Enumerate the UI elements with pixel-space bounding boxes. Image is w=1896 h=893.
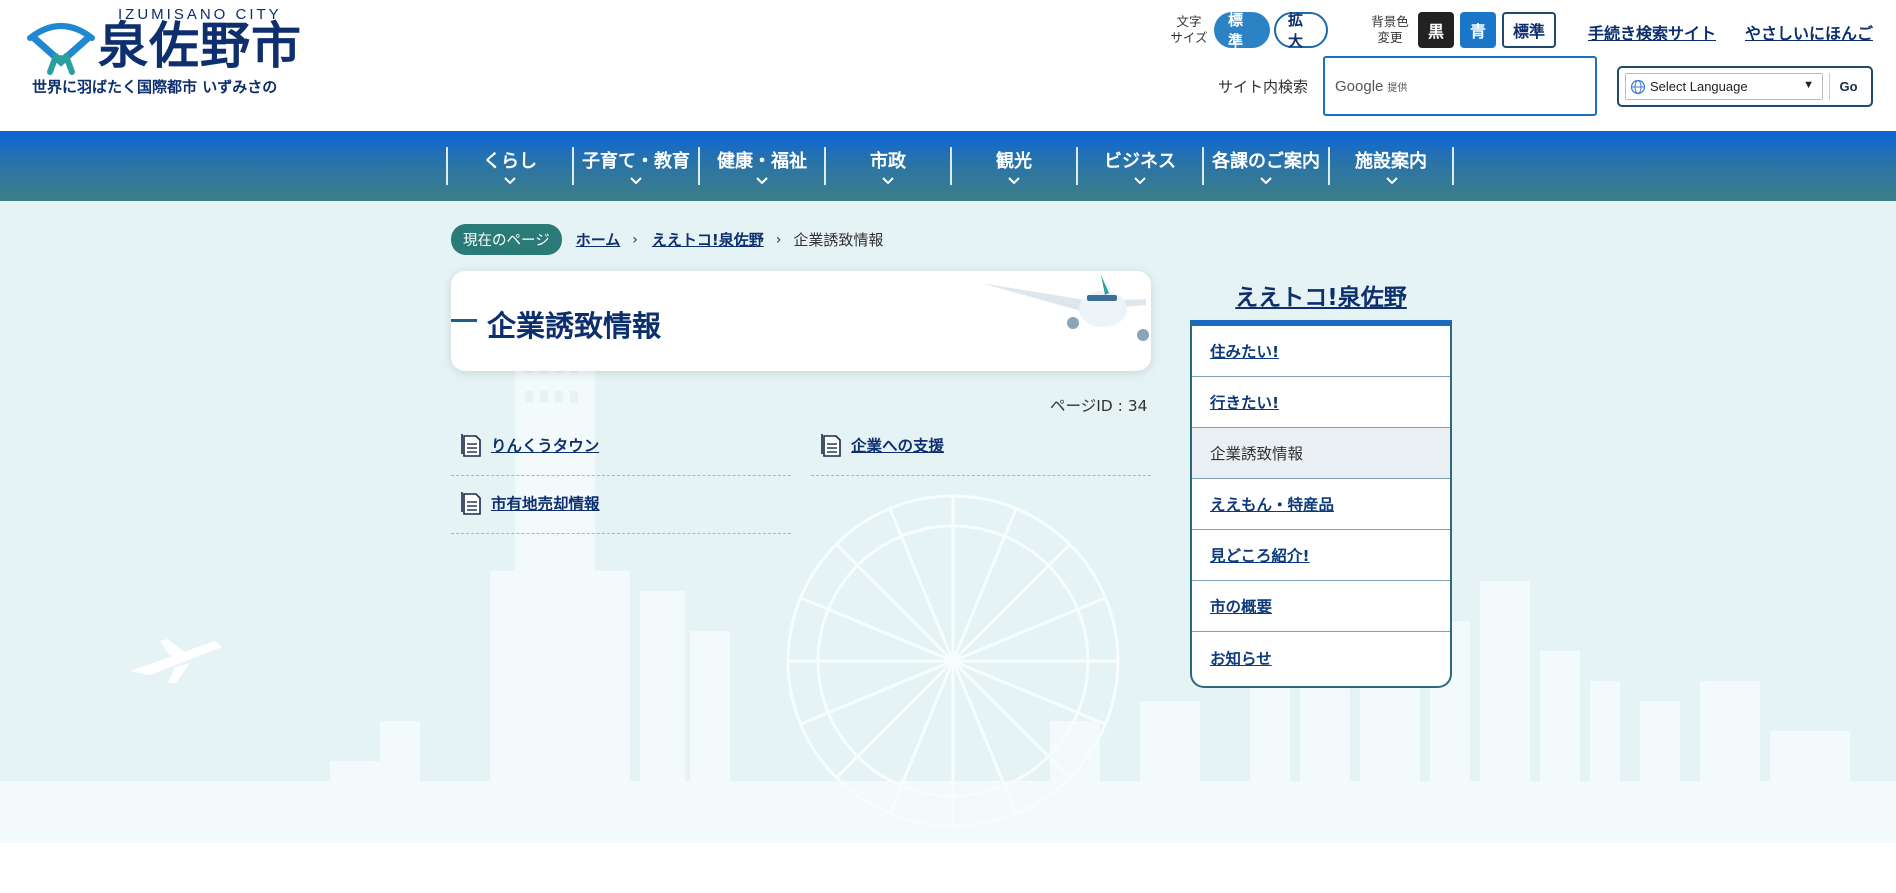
chevron-down-icon bbox=[504, 177, 516, 185]
nav-item-label: くらし bbox=[483, 151, 537, 172]
language-selected-value: Select Language bbox=[1650, 79, 1748, 94]
side-menu-item-link[interactable]: 見どころ紹介! bbox=[1210, 544, 1310, 566]
site-header: IZUMISANO CITY 泉佐野市 世界に羽ばたく国際都市 いずみさの 文字… bbox=[0, 0, 1896, 131]
background-blue-button[interactable]: 青 bbox=[1460, 12, 1496, 48]
nav-item[interactable]: 子育て・教育 bbox=[572, 147, 698, 185]
page-id: ページID : 34 bbox=[1050, 397, 1148, 415]
side-menu-item-link[interactable]: 住みたい! bbox=[1210, 340, 1279, 362]
list-item: りんくうタウン bbox=[451, 418, 791, 476]
chevron-down-icon bbox=[630, 177, 642, 185]
breadcrumb-separator: › bbox=[632, 231, 638, 248]
nav-item[interactable]: 観光 bbox=[950, 147, 1076, 185]
side-menu-item-link[interactable]: 行きたい! bbox=[1210, 391, 1279, 413]
google-branding: Google 提供 bbox=[1335, 78, 1407, 95]
chevron-down-icon bbox=[882, 177, 894, 185]
side-menu-item-current-label: 企業誘致情報 bbox=[1210, 445, 1304, 463]
document-icon bbox=[461, 434, 481, 457]
document-icon bbox=[821, 434, 841, 457]
logo-mark-icon bbox=[27, 23, 95, 75]
background-color-control: 背景色 変更 黒 青 標準 bbox=[1368, 12, 1556, 48]
background-standard-button[interactable]: 標準 bbox=[1502, 12, 1556, 48]
chevron-down-icon bbox=[1008, 177, 1020, 185]
nav-item-label: 子育て・教育 bbox=[582, 151, 690, 172]
global-navigation: くらし 子育て・教育 健康・福祉 市政 観光 ビジネス 各課のご案内 施設案内 bbox=[0, 131, 1896, 201]
procedures-search-link[interactable]: 手続き検索サイト bbox=[1588, 20, 1716, 44]
business-support-link[interactable]: 企業への支援 bbox=[851, 434, 944, 456]
airplane-icon bbox=[981, 275, 1149, 341]
side-menu-item[interactable]: ええもん・特産品 bbox=[1192, 479, 1450, 530]
side-menu-item[interactable]: 市の概要 bbox=[1192, 581, 1450, 632]
breadcrumb-current: 企業誘致情報 bbox=[793, 231, 884, 249]
side-menu: 住みたい! 行きたい! 企業誘致情報ええもん・特産品 見どころ紹介! 市の概要お知らせ bbox=[1190, 320, 1452, 688]
language-go-button[interactable]: Go bbox=[1829, 73, 1867, 100]
chevron-down-icon bbox=[756, 177, 768, 185]
text-size-standard-button[interactable]: 標準 bbox=[1214, 11, 1270, 50]
side-menu-item[interactable]: お知らせ bbox=[1192, 632, 1450, 683]
background-color-label: 背景色 変更 bbox=[1371, 14, 1409, 45]
text-size-label: 文字 サイズ bbox=[1170, 14, 1208, 45]
text-size-control: 文字 サイズ 標準 拡大 bbox=[1170, 11, 1328, 50]
google-logo-text: Google bbox=[1335, 78, 1384, 95]
page-title-card: 企業誘致情報 bbox=[451, 271, 1151, 371]
logo-japanese-name: 泉佐野市 bbox=[98, 16, 302, 75]
document-icon bbox=[461, 492, 481, 515]
chevron-down-icon bbox=[1134, 177, 1146, 185]
side-menu-item-link[interactable]: ええもん・特産品 bbox=[1210, 493, 1334, 515]
breadcrumb-current-page-label: 現在のページ bbox=[451, 224, 562, 255]
nav-item[interactable]: 各課のご案内 bbox=[1202, 147, 1328, 185]
nav-item-label: ビジネス bbox=[1104, 151, 1176, 172]
nav-item[interactable]: ビジネス bbox=[1076, 147, 1202, 185]
side-menu-item-link[interactable]: 市の概要 bbox=[1210, 595, 1272, 617]
title-accent-bar bbox=[451, 319, 477, 322]
list-item: 企業への支援 bbox=[811, 418, 1151, 476]
globe-icon bbox=[1630, 79, 1646, 95]
side-menu-item[interactable]: 住みたい! bbox=[1192, 326, 1450, 377]
list-item: 市有地売却情報 bbox=[451, 476, 791, 534]
chevron-down-icon: ▼ bbox=[1803, 79, 1814, 91]
chevron-down-icon bbox=[1386, 177, 1398, 185]
google-provided-note: 提供 bbox=[1387, 83, 1408, 94]
nav-item[interactable]: 健康・福祉 bbox=[698, 147, 824, 185]
easy-japanese-link[interactable]: やさしいにほんご bbox=[1745, 20, 1873, 44]
background-black-button[interactable]: 黒 bbox=[1418, 12, 1454, 48]
nav-item[interactable]: 市政 bbox=[824, 147, 950, 185]
nav-item-label: 各課のご案内 bbox=[1212, 151, 1320, 172]
footer-spacer bbox=[0, 843, 1896, 893]
nav-item[interactable]: 施設案内 bbox=[1328, 147, 1454, 185]
language-selector: Select Language ▼ Go bbox=[1617, 66, 1873, 107]
side-menu-item-link[interactable]: お知らせ bbox=[1210, 647, 1272, 669]
side-menu-item[interactable]: 行きたい! bbox=[1192, 377, 1450, 428]
language-select[interactable]: Select Language ▼ bbox=[1625, 73, 1823, 100]
side-menu-item[interactable]: 見どころ紹介! bbox=[1192, 530, 1450, 581]
breadcrumb-separator: › bbox=[775, 231, 782, 248]
city-land-sale-link[interactable]: 市有地売却情報 bbox=[491, 492, 600, 514]
breadcrumb: 現在のページ ホーム › ええトコ!泉佐野 › 企業誘致情報 bbox=[451, 224, 883, 255]
breadcrumb-parent-link[interactable]: ええトコ!泉佐野 bbox=[652, 229, 764, 250]
site-search-input[interactable]: Google 提供 bbox=[1323, 56, 1597, 116]
text-size-large-button[interactable]: 拡大 bbox=[1274, 11, 1328, 50]
breadcrumb-home-link[interactable]: ホーム bbox=[576, 229, 621, 250]
global-nav-list: くらし 子育て・教育 健康・福祉 市政 観光 ビジネス 各課のご案内 施設案内 bbox=[446, 147, 1454, 185]
nav-item-label: 観光 bbox=[996, 151, 1032, 172]
nav-item-label: 健康・福祉 bbox=[717, 151, 807, 172]
site-logo[interactable]: IZUMISANO CITY 泉佐野市 世界に羽ばたく国際都市 いずみさの bbox=[26, 6, 306, 96]
site-search-label: サイト内検索 bbox=[1218, 78, 1309, 96]
page-title: 企業誘致情報 bbox=[487, 309, 662, 343]
nav-item[interactable]: くらし bbox=[446, 147, 572, 185]
side-menu-item: 企業誘致情報 bbox=[1192, 428, 1450, 479]
chevron-down-icon bbox=[1260, 177, 1272, 185]
nav-item-label: 施設案内 bbox=[1355, 151, 1427, 172]
side-menu-title[interactable]: ええトコ!泉佐野 bbox=[1190, 278, 1452, 312]
nav-item-label: 市政 bbox=[870, 151, 906, 172]
logo-tagline: 世界に羽ばたく国際都市 いずみさの bbox=[32, 78, 278, 96]
rinku-town-link[interactable]: りんくうタウン bbox=[491, 434, 599, 456]
